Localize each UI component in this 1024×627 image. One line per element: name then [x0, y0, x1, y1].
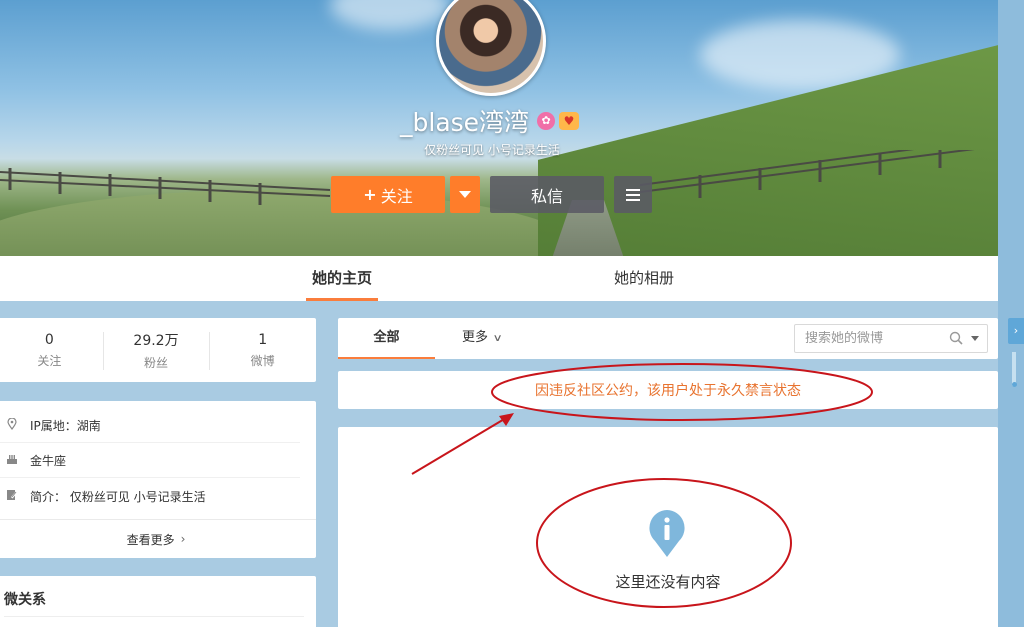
stat-label: 粉丝 — [144, 355, 169, 370]
info-icon — [649, 510, 685, 557]
feed-tab-all[interactable]: 全部 — [338, 318, 435, 359]
right-side-strip: › — [998, 0, 1024, 627]
info-row-zodiac: 金牛座 — [0, 444, 300, 478]
empty-feed-card: 这里还没有内容 — [338, 427, 998, 627]
bio-text: 简介： 仅粉丝可见 小号记录生活 — [30, 489, 206, 504]
view-more-label: 查看更多 — [126, 532, 175, 547]
ban-notice: 因违反社区公约，该用户处于永久禁言状态 — [338, 371, 998, 409]
search-icon[interactable] — [949, 331, 963, 345]
vip-icon[interactable]: ✿ — [537, 112, 556, 130]
stat-value: 29.2万 — [133, 332, 179, 349]
feed-toolbar: 全部 更多 ∨ — [338, 318, 998, 359]
chevron-right-icon: › — [180, 532, 186, 546]
more-menu-button[interactable] — [614, 176, 652, 213]
relations-card: 微关系 — [0, 576, 316, 627]
message-button[interactable]: 私信 — [490, 176, 604, 213]
tab-album[interactable]: 她的相册 — [604, 256, 684, 301]
search-input[interactable] — [805, 331, 953, 346]
username: _blase湾湾 — [400, 108, 530, 137]
message-label: 私信 — [530, 186, 563, 206]
stat-following[interactable]: 0 关注 — [0, 318, 103, 382]
follow-label: 关注 — [380, 186, 413, 206]
badge-icon[interactable]: ♥ — [559, 112, 580, 130]
follow-button[interactable]: + 关注 — [331, 176, 445, 213]
cake-icon — [0, 453, 24, 468]
view-more-link[interactable]: 查看更多 › — [0, 519, 316, 558]
side-floating-tab[interactable]: › — [1008, 318, 1024, 344]
feed-tab-more[interactable]: 更多 ∨ — [462, 318, 503, 359]
stat-label: 微博 — [250, 353, 275, 368]
plus-icon: + — [363, 185, 377, 204]
profile-name-row: _blase湾湾 ✿ ♥ — [400, 104, 580, 138]
info-row-ip: IP属地：湖南 — [0, 409, 300, 443]
chevron-down-icon: ∨ — [492, 333, 503, 344]
profile-info-card: IP属地：湖南 金牛座 简介： 仅粉丝可见 小号记录生活 查看更多 › — [0, 401, 316, 558]
stats-card: 0 关注 29.2万 粉丝 1 微博 — [0, 318, 316, 382]
weibo-search — [794, 324, 988, 353]
caret-down-icon — [459, 191, 471, 198]
hamburger-icon — [626, 188, 640, 191]
stat-followers[interactable]: 29.2万 粉丝 — [102, 318, 210, 382]
profile-nav: 她的主页 她的相册 — [0, 256, 998, 301]
stat-value: 0 — [44, 331, 54, 348]
info-row-bio: 简介： 仅粉丝可见 小号记录生活 — [0, 479, 300, 513]
stat-posts[interactable]: 1 微博 — [209, 318, 316, 382]
relations-title: 微关系 — [4, 592, 46, 608]
empty-state-text: 这里还没有内容 — [615, 573, 721, 591]
tab-home[interactable]: 她的主页 — [306, 256, 378, 301]
follow-dropdown-button[interactable] — [450, 176, 480, 213]
stat-label: 关注 — [37, 353, 62, 368]
cover-bio: 仅粉丝可见 小号记录生活 — [424, 143, 560, 157]
zodiac-text: 金牛座 — [30, 454, 67, 468]
location-icon — [0, 417, 24, 433]
annotation-arrow-head — [499, 413, 514, 426]
stat-value: 1 — [258, 331, 268, 348]
ip-location-text: IP属地：湖南 — [30, 419, 101, 433]
ban-notice-text: 因违反社区公约，该用户处于永久禁言状态 — [535, 383, 801, 399]
search-dropdown-caret-icon[interactable] — [971, 336, 979, 341]
feed-tab-more-label: 更多 — [462, 330, 489, 345]
edit-icon — [0, 489, 24, 504]
